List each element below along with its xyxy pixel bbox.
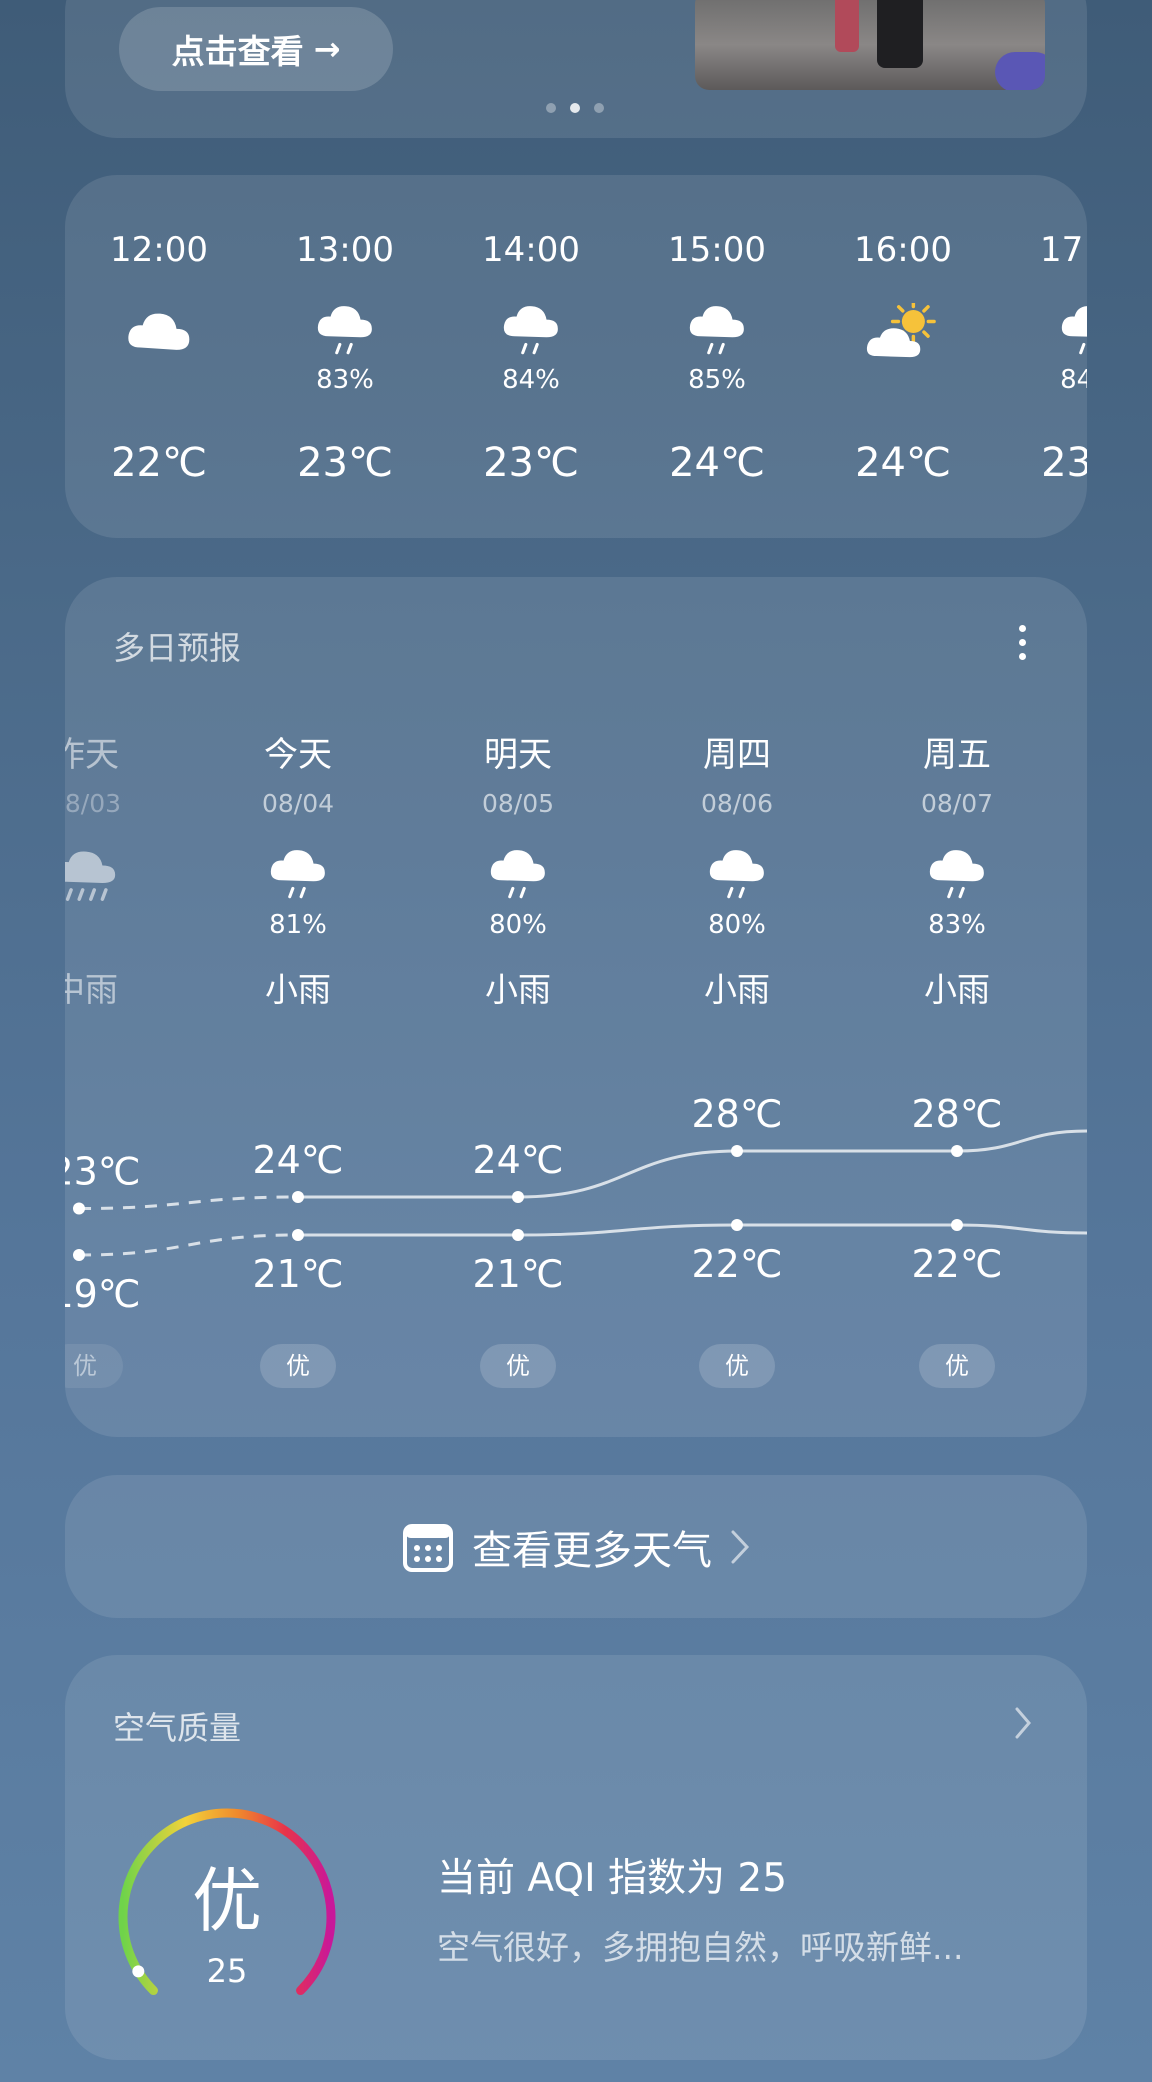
aqi-badge: 优 (260, 1344, 336, 1388)
precip-probability: 80% (489, 910, 547, 940)
precip-probability: 84% (1060, 365, 1087, 395)
aqi-badge: 优 (919, 1344, 995, 1388)
view-details-button[interactable]: 点击查看 → (119, 7, 393, 91)
view-details-label: 点击查看 (171, 32, 304, 71)
hour-time: 13:00 (296, 230, 394, 270)
weather-condition: 小雨 (485, 970, 551, 1009)
hour-temperature: 23℃ (1041, 440, 1087, 486)
arrow-right-icon: → (313, 30, 341, 68)
day-name: 周四 (703, 735, 771, 775)
day-name: 周五 (923, 735, 991, 775)
weather-condition: 中雨 (65, 970, 118, 1009)
hour-time: 14:00 (482, 230, 580, 270)
chevron-right-icon[interactable] (1015, 1707, 1031, 1739)
carousel-indicator (546, 103, 604, 113)
aqi-description: 空气很好，多拥抱自然，呼吸新鲜... (437, 1928, 964, 1967)
hour-temperature: 24℃ (855, 440, 951, 486)
promo-banner-card: 点击查看 → (65, 0, 1087, 138)
day-date: 08/04 (261, 789, 335, 818)
weather-condition: 小雨 (265, 970, 331, 1009)
hour-temperature: 24℃ (669, 440, 765, 486)
aqi-badge: 优 (480, 1344, 556, 1388)
moderate-rain-icon (65, 847, 165, 901)
aqi-badge: 优 (65, 1344, 123, 1388)
hourly-forecast-card[interactable]: 12:00 22℃ 13:00 83% 23℃ 14:00 84% 23℃ 15:00 85% 24… (65, 175, 1087, 538)
calendar-icon (403, 1523, 453, 1572)
air-quality-card[interactable]: 空气质量 优 25 当前 AQI 指数为 25 空气很好，多拥抱自然，呼吸新鲜.… (65, 1655, 1087, 2060)
day-date: 08/05 (481, 789, 555, 818)
light-rain-icon (877, 847, 1037, 899)
day-name: 今天 (264, 735, 332, 775)
hourly-item: 15:00 85% 24℃ (657, 175, 777, 538)
hour-temperature: 22℃ (111, 440, 207, 486)
cloudy-icon (99, 303, 219, 357)
multiday-forecast-card[interactable]: 多日预报 昨天08/03中雨优今天08/0481%小雨优明天08/0580%小雨… (65, 577, 1087, 1437)
hourly-item: 16:00 24℃ (843, 175, 963, 538)
hourly-item: 12:00 22℃ (99, 175, 219, 538)
hour-time: 16:00 (854, 230, 952, 270)
aqi-badge: 优 (699, 1344, 775, 1388)
hourly-item: 17:00 84% 23℃ (1029, 175, 1087, 538)
day-forecast-item[interactable]: 今天 08/04 81% 小雨优 (218, 577, 378, 1437)
weather-condition: 小雨 (704, 970, 770, 1009)
light-rain-icon (1029, 303, 1087, 357)
light-rain-icon (657, 303, 777, 357)
more-weather-button[interactable]: 查看更多天气 (65, 1475, 1087, 1618)
precip-probability: 83% (316, 365, 374, 395)
carousel-dot (594, 103, 604, 113)
air-quality-title: 空气质量 (113, 1709, 242, 1747)
hour-time: 15:00 (668, 230, 766, 270)
day-name: 明天 (484, 735, 552, 775)
aqi-grade: 优 (192, 1860, 262, 1942)
precip-probability: 83% (928, 910, 986, 940)
hour-time: 17:00 (1040, 230, 1087, 270)
aqi-value: 25 (206, 1952, 248, 1990)
partly-sunny-icon (843, 303, 963, 358)
hour-temperature: 23℃ (297, 440, 393, 486)
precip-probability: 81% (269, 910, 327, 940)
aqi-headline: 当前 AQI 指数为 25 (437, 1856, 788, 1901)
weather-condition: 小雨 (924, 970, 990, 1009)
chevron-right-icon (731, 1530, 750, 1563)
day-forecast-item[interactable]: 昨天 08/03 中雨优 (65, 577, 165, 1437)
hour-time: 12:00 (110, 230, 208, 270)
hourly-item: 13:00 83% 23℃ (285, 175, 405, 538)
day-forecast-item[interactable]: 周四 08/06 80% 小雨优 (657, 577, 817, 1437)
day-name: 昨天 (65, 735, 119, 775)
precip-probability: 80% (708, 910, 766, 940)
light-rain-icon (471, 303, 591, 357)
banner-photo[interactable] (695, 0, 1045, 90)
light-rain-icon (285, 303, 405, 357)
more-weather-label: 查看更多天气 (472, 1527, 712, 1574)
light-rain-icon (438, 847, 598, 899)
day-forecast-item[interactable]: 明天 08/05 80% 小雨优 (438, 577, 598, 1437)
hour-temperature: 23℃ (483, 440, 579, 486)
carousel-dot-active (570, 103, 580, 113)
precip-probability: 84% (502, 365, 560, 395)
precip-probability: 85% (688, 365, 746, 395)
carousel-dot (546, 103, 556, 113)
light-rain-icon (657, 847, 817, 899)
day-date: 08/06 (700, 789, 774, 818)
day-date: 08/07 (920, 789, 994, 818)
light-rain-icon (218, 847, 378, 899)
day-date: 08/03 (65, 789, 122, 818)
day-forecast-item[interactable]: 周五 08/07 83% 小雨优 (877, 577, 1037, 1437)
hourly-item: 14:00 84% 23℃ (471, 175, 591, 538)
